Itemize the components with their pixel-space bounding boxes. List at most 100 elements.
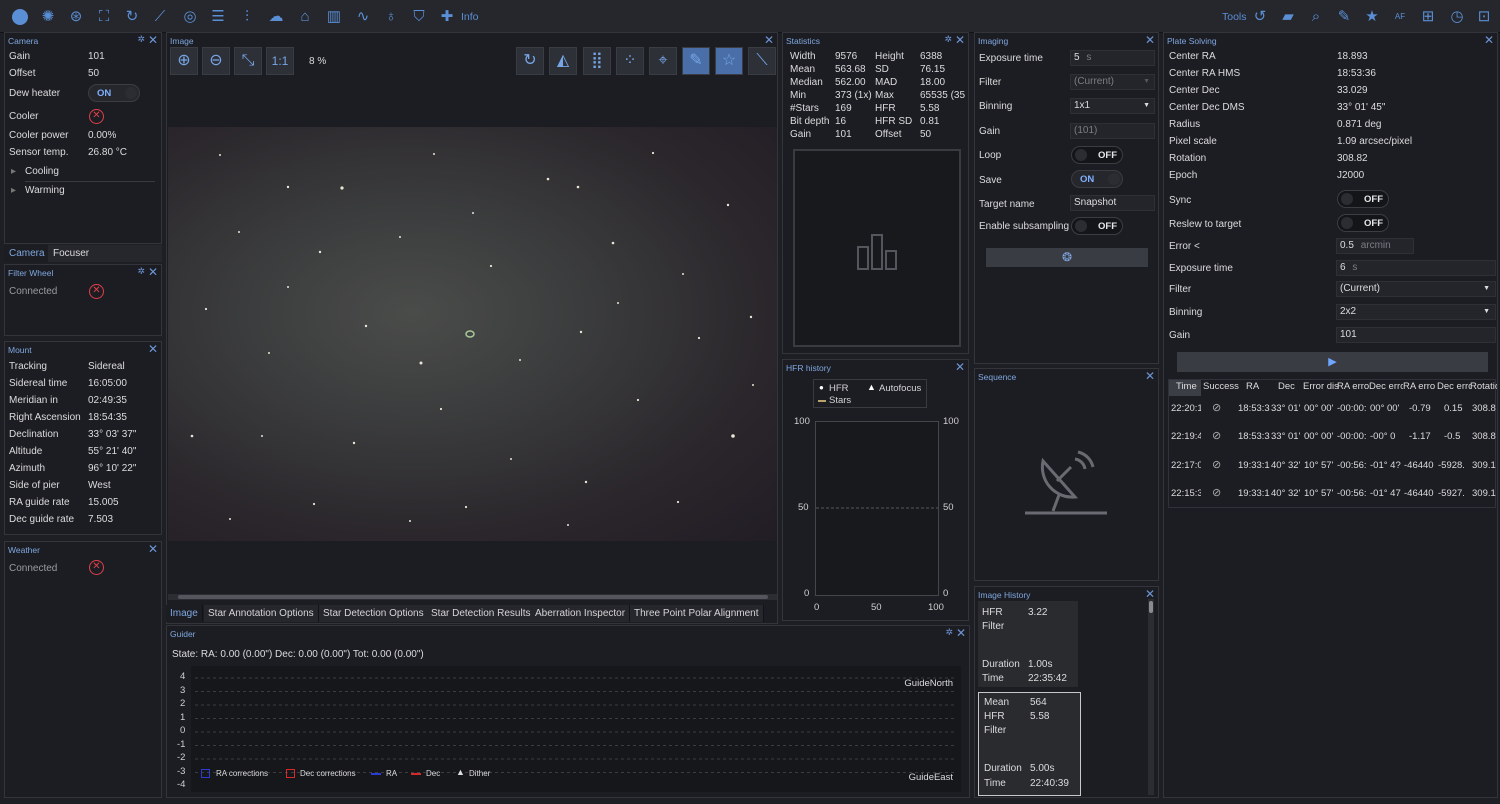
- close-icon[interactable]: ✕: [148, 265, 158, 279]
- comet-icon[interactable]: ⟍: [748, 47, 776, 75]
- switch-icon[interactable]: ⫶: [237, 7, 257, 27]
- dew-heater-toggle[interactable]: ON: [88, 84, 140, 102]
- tab-camera[interactable]: Camera: [4, 245, 48, 262]
- table-header[interactable]: Error dis: [1303, 381, 1338, 392]
- circle-icon[interactable]: [10, 7, 30, 27]
- cooling-label[interactable]: Cooling: [25, 166, 59, 177]
- table-header[interactable]: Dec erro: [1437, 381, 1471, 392]
- warming-label[interactable]: Warming: [25, 185, 65, 196]
- close-icon[interactable]: ✕: [764, 33, 774, 47]
- capture-button[interactable]: ❂: [986, 248, 1148, 267]
- table-header[interactable]: Dec erro: [1369, 381, 1403, 392]
- gain-input[interactable]: 101: [1336, 327, 1496, 343]
- table-header[interactable]: RA: [1246, 381, 1259, 392]
- vertical-scrollbar[interactable]: [1148, 599, 1154, 795]
- star-detect-icon[interactable]: ⁘: [616, 47, 644, 75]
- af-icon[interactable]: AF: [1390, 7, 1410, 27]
- cloud-icon[interactable]: ☁: [266, 7, 286, 27]
- star-icon[interactable]: ☆: [715, 47, 743, 75]
- history-card[interactable]: HFR 3.22 Filter Duration 1.00s Time 22:3…: [978, 601, 1078, 687]
- bulb-icon[interactable]: ♁: [381, 7, 401, 27]
- zoom-out-icon[interactable]: ⊖: [202, 47, 230, 75]
- history-icon[interactable]: ◷: [1447, 7, 1467, 27]
- horizontal-scrollbar[interactable]: [168, 594, 777, 600]
- close-icon[interactable]: ✕: [955, 360, 965, 374]
- tab-focuser[interactable]: Focuser: [51, 245, 89, 262]
- close-icon[interactable]: ✕: [1145, 33, 1155, 47]
- sliders-icon[interactable]: ☰: [208, 7, 228, 27]
- table-header[interactable]: Time: [1176, 381, 1197, 392]
- history-card-selected[interactable]: Mean 564 HFR 5.58 Filter Duration 5.00s …: [978, 692, 1081, 796]
- bar-chart-icon[interactable]: ▥: [324, 7, 344, 27]
- search-icon[interactable]: ⌕: [1306, 7, 1326, 27]
- flat-icon[interactable]: ▰: [1278, 7, 1298, 27]
- star-icon[interactable]: ★: [1362, 7, 1382, 27]
- loop-toggle[interactable]: OFF: [1071, 146, 1123, 164]
- cell-dec: 33° 01': [1271, 403, 1301, 414]
- zoom-one-button[interactable]: 1:1: [266, 47, 294, 75]
- settings-icon[interactable]: ✲: [137, 266, 145, 277]
- expand-arrow-icon[interactable]: ▸: [11, 185, 16, 196]
- flip-icon[interactable]: ◭: [549, 47, 577, 75]
- rotator-icon[interactable]: ↻: [122, 7, 142, 27]
- tab-star-detection-results[interactable]: Star Detection Results: [427, 605, 536, 622]
- telescope-icon[interactable]: ⟋: [150, 7, 170, 27]
- tab-three-point-polar-alignment[interactable]: Three Point Polar Alignment: [630, 605, 764, 622]
- close-icon[interactable]: ✕: [148, 33, 158, 47]
- pen-icon[interactable]: ✎: [1334, 7, 1354, 27]
- tab-image[interactable]: Image: [166, 605, 203, 622]
- expand-arrow-icon[interactable]: ▸: [11, 166, 16, 177]
- shield-icon[interactable]: ⛉: [409, 7, 429, 27]
- grid-icon[interactable]: ⣿: [583, 47, 611, 75]
- rotate-icon[interactable]: ↺: [1250, 7, 1270, 27]
- dome-icon[interactable]: ⌂: [295, 7, 315, 27]
- info-tab[interactable]: Info: [461, 11, 479, 23]
- settings-icon[interactable]: ✲: [944, 34, 952, 45]
- focus-icon[interactable]: ⛶: [94, 7, 114, 27]
- target-icon[interactable]: ◎: [180, 7, 200, 27]
- close-icon[interactable]: ✕: [1484, 33, 1494, 47]
- error-input[interactable]: 0.5 arcmin: [1336, 238, 1414, 254]
- reslew-toggle[interactable]: OFF: [1337, 214, 1389, 232]
- aperture-icon[interactable]: ✺: [38, 7, 58, 27]
- gain-input[interactable]: (101): [1070, 123, 1155, 139]
- annotate-icon[interactable]: ✎: [682, 47, 710, 75]
- table-header[interactable]: Rotatio: [1470, 381, 1497, 392]
- close-icon[interactable]: ✕: [1145, 369, 1155, 383]
- rotate-icon[interactable]: ↻: [516, 47, 544, 75]
- scrollbar-thumb[interactable]: [1149, 601, 1153, 613]
- filter-wheel-icon[interactable]: ⊛: [66, 7, 86, 27]
- close-icon[interactable]: ✕: [955, 33, 965, 47]
- scrollbar-thumb[interactable]: [178, 595, 768, 599]
- close-icon[interactable]: ✕: [148, 342, 158, 356]
- filter-select[interactable]: (Current) ▼: [1070, 74, 1155, 90]
- settings-icon[interactable]: ✲: [137, 34, 145, 45]
- puzzle-icon[interactable]: ✚: [437, 7, 457, 27]
- tab-aberration-inspector[interactable]: Aberration Inspector: [531, 605, 631, 622]
- solve-button[interactable]: ▶: [1177, 352, 1488, 372]
- sync-toggle[interactable]: OFF: [1337, 190, 1389, 208]
- save-toggle[interactable]: ON: [1071, 170, 1123, 188]
- exposure-input[interactable]: 6 s: [1336, 260, 1496, 276]
- filter-select[interactable]: (Current) ▼: [1336, 281, 1496, 297]
- binning-select[interactable]: 2x2 ▼: [1336, 304, 1496, 320]
- table-header[interactable]: RA erro: [1337, 381, 1370, 392]
- grid-icon[interactable]: ⊞: [1418, 7, 1438, 27]
- table-header[interactable]: Success: [1203, 381, 1239, 392]
- binning-select[interactable]: 1x1 ▼: [1070, 98, 1155, 114]
- fit-icon[interactable]: ⤡: [234, 47, 262, 75]
- guide-graph-icon[interactable]: ∿: [353, 7, 373, 27]
- exposure-input[interactable]: 5 s: [1070, 50, 1155, 66]
- crosshair-icon[interactable]: ⌖: [649, 47, 677, 75]
- tab-star-detection-options[interactable]: Star Detection Options: [319, 605, 429, 622]
- table-header[interactable]: Dec: [1278, 381, 1295, 392]
- target-name-input[interactable]: Snapshot: [1070, 195, 1155, 211]
- subsampling-toggle[interactable]: OFF: [1071, 217, 1123, 235]
- close-icon[interactable]: ✕: [956, 626, 966, 640]
- tab-star-annotation-options[interactable]: Star Annotation Options: [204, 605, 319, 622]
- table-header[interactable]: RA erro: [1403, 381, 1437, 392]
- settings-icon[interactable]: ✲: [945, 627, 953, 638]
- zoom-in-icon[interactable]: ⊕: [170, 47, 198, 75]
- close-icon[interactable]: ✕: [148, 542, 158, 556]
- crosshair-icon[interactable]: ⊡: [1474, 7, 1494, 27]
